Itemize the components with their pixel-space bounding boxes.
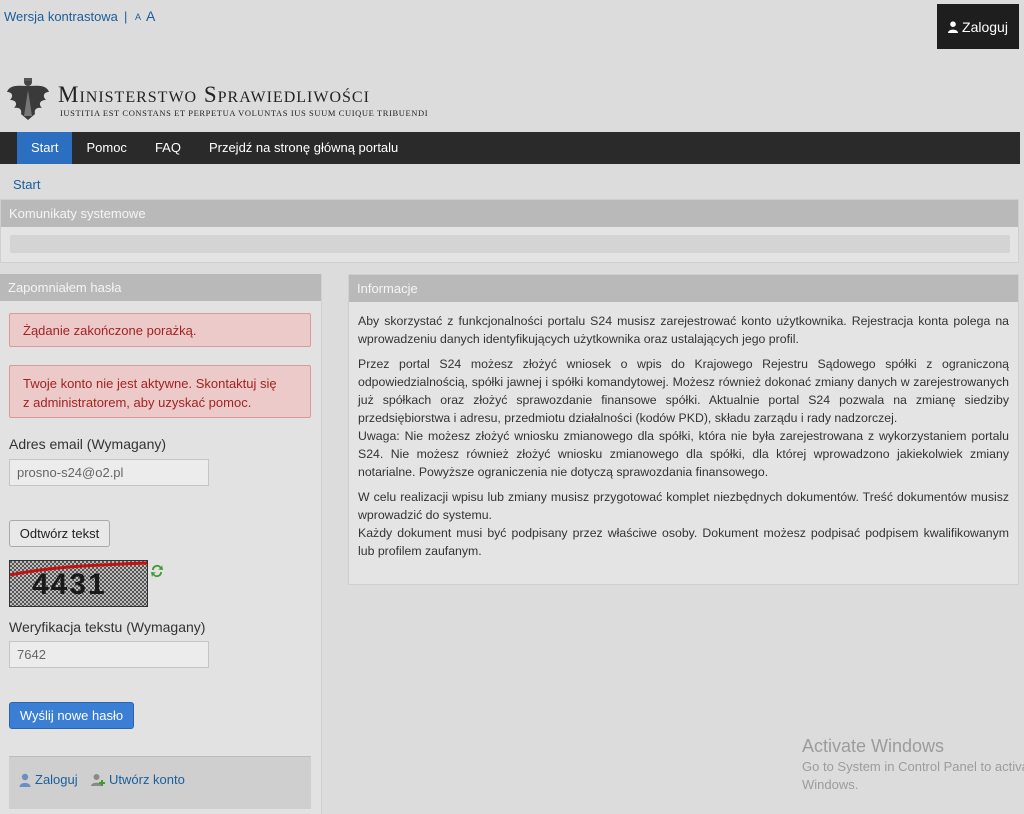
user-icon <box>948 20 959 33</box>
top-bar: Wersja kontrastowa | A A Zaloguj <box>0 0 1024 49</box>
activate-windows-text: Go to System in Control Panel to activat… <box>802 758 1024 794</box>
ministry-motto: IUSTITIA EST CONSTANS ET PERPETUA VOLUNT… <box>60 108 429 118</box>
info-paragraph: W celu realizacji wpisu lub zmiany musis… <box>358 490 1009 522</box>
forgot-password-title: Zapomniałem hasła <box>0 274 321 301</box>
footer-login-label: Zaloguj <box>35 772 78 787</box>
nav-faq[interactable]: FAQ <box>141 132 195 164</box>
play-audio-button[interactable]: Odtwórz tekst <box>9 520 110 547</box>
activate-windows-title: Activate Windows <box>802 736 945 756</box>
create-account-link[interactable]: Utwórz konto <box>91 772 185 787</box>
ministry-title: Ministerstwo Sprawiedliwości <box>58 82 370 107</box>
account-links-box: Zaloguj Utwórz konto <box>9 756 311 809</box>
activate-windows-line: Windows. <box>802 777 859 792</box>
error-alert-failed: Żądanie zakończone porażką. <box>9 313 311 347</box>
font-size-large-link[interactable]: A <box>146 8 155 24</box>
refresh-captcha-icon[interactable] <box>149 563 165 579</box>
ministry-logo[interactable]: Ministerstwo Sprawiedliwości IUSTITIA ES… <box>6 76 446 124</box>
create-account-label: Utwórz konto <box>109 772 185 787</box>
separator: | <box>124 9 128 24</box>
error-alert-inactive: Twoje konto nie jest aktywne. Skontaktuj… <box>9 365 311 418</box>
information-body: Aby skorzystać z funkcjonalności portalu… <box>349 302 1018 560</box>
contrast-version-link[interactable]: Wersja kontrastowa <box>4 9 118 24</box>
font-size-small-link[interactable]: A <box>135 12 141 22</box>
information-panel: Informacje Aby skorzystać z funkcjonalno… <box>348 274 1019 585</box>
captcha-label: Weryfikacja tekstu (Wymagany) <box>9 619 206 635</box>
info-paragraph: Każdy dokument musi być podpisany przez … <box>358 526 1009 558</box>
svg-text:4431: 4431 <box>32 568 107 601</box>
main-navigation: Start Pomoc FAQ Przejdź na stronę główną… <box>0 132 1020 164</box>
eagle-emblem-icon <box>7 78 49 120</box>
system-messages-title: Komunikaty systemowe <box>1 200 1018 227</box>
error-alert-line1: Twoje konto nie jest aktywne. Skontaktuj… <box>23 376 277 391</box>
info-paragraph: Przez portal S24 możesz złożyć wniosek o… <box>358 357 1009 425</box>
nav-portal-home[interactable]: Przejdź na stronę główną portalu <box>195 132 412 164</box>
forgot-password-panel: Zapomniałem hasła Żądanie zakończone por… <box>0 274 322 814</box>
nav-help[interactable]: Pomoc <box>72 132 140 164</box>
captcha-image: 4431 <box>9 560 148 607</box>
login-button[interactable]: Zaloguj <box>937 4 1019 49</box>
captcha-field[interactable]: 7642 <box>9 641 209 668</box>
info-paragraph: Uwaga: Nie możesz złożyć wniosku zmianow… <box>358 429 1009 479</box>
email-field[interactable]: prosno-s24@o2.pl <box>9 459 209 486</box>
error-alert-line2: z administratorem, aby uzyskać pomoc. <box>23 395 252 410</box>
email-label: Adres email (Wymagany) <box>9 436 167 452</box>
nav-start[interactable]: Start <box>17 132 73 164</box>
send-new-password-button[interactable]: Wyślij nowe hasło <box>9 702 134 729</box>
activate-windows-line: Go to System in Control Panel to activat… <box>802 759 1024 774</box>
breadcrumb-start[interactable]: Start <box>13 177 40 192</box>
login-button-label: Zaloguj <box>962 18 1008 35</box>
user-icon <box>19 773 31 787</box>
add-user-icon <box>91 773 105 786</box>
information-title: Informacje <box>349 275 1018 302</box>
system-messages-content <box>10 235 1010 253</box>
info-paragraph: Aby skorzystać z funkcjonalności portalu… <box>358 314 1009 346</box>
footer-login-link[interactable]: Zaloguj <box>19 772 78 787</box>
system-messages-panel: Komunikaty systemowe <box>0 199 1019 263</box>
